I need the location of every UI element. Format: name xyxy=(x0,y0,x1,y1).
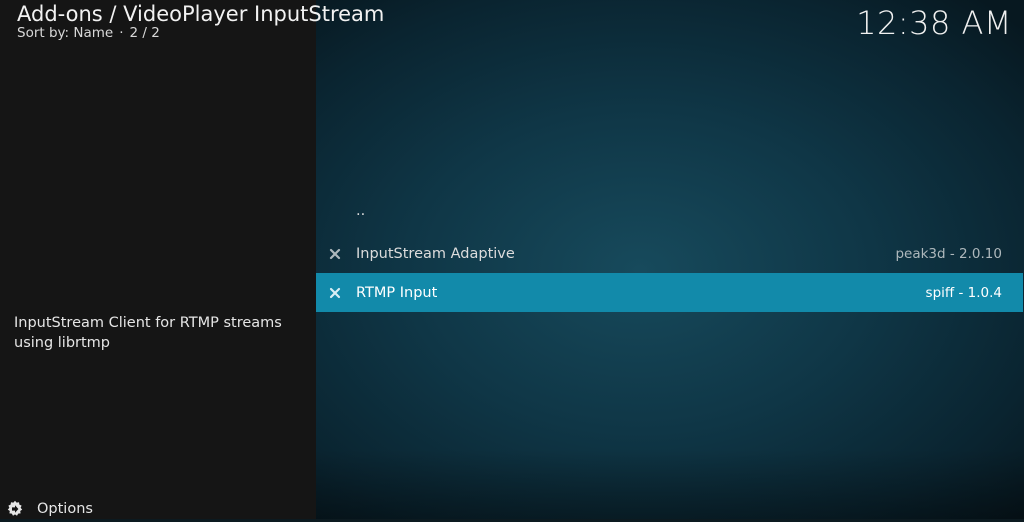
addon-list: .. InputStream Adaptive peak3d - 2.0.10 … xyxy=(316,195,1023,312)
page-title: Add-ons / VideoPlayer InputStream xyxy=(17,2,385,26)
info-panel xyxy=(0,0,316,519)
addon-name: InputStream Adaptive xyxy=(356,245,515,262)
list-item-selected[interactable]: RTMP Input spiff - 1.0.4 xyxy=(316,273,1023,312)
addon-description: InputStream Client for RTMP streams usin… xyxy=(14,315,282,351)
page-counter: 2 / 2 xyxy=(129,25,160,41)
sort-label: Sort by: Name xyxy=(17,25,114,41)
options-label: Options xyxy=(37,501,93,517)
options-button[interactable]: Options xyxy=(6,500,93,518)
list-item[interactable]: InputStream Adaptive peak3d - 2.0.10 xyxy=(316,234,1023,273)
sort-info[interactable]: Sort by: Name · 2 / 2 xyxy=(17,25,160,41)
parent-folder-label: .. xyxy=(356,203,366,219)
background-shade xyxy=(316,449,1024,519)
gear-icon xyxy=(6,500,24,518)
clock: 12:38 AM xyxy=(856,4,1012,42)
disabled-x-icon xyxy=(329,287,341,299)
addon-name: RTMP Input xyxy=(356,284,438,301)
addon-author-version: peak3d - 2.0.10 xyxy=(895,245,1002,262)
disabled-x-icon xyxy=(329,248,341,260)
separator: · xyxy=(119,25,124,41)
parent-folder-item[interactable]: .. xyxy=(316,195,1023,234)
addon-author-version: spiff - 1.0.4 xyxy=(925,284,1002,301)
